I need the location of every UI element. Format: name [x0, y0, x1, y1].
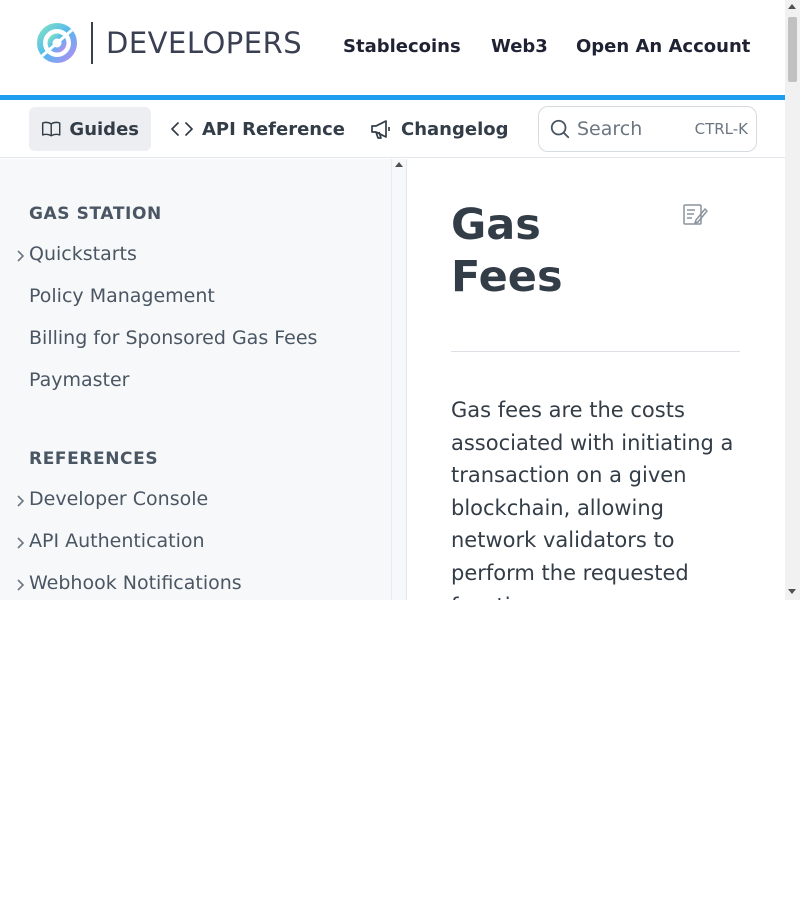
nav-web3[interactable]: Web3 [491, 36, 548, 57]
sidebar-item-webhook-notifications[interactable]: Webhook Notifications [29, 572, 242, 594]
tab-api-reference[interactable]: API Reference [158, 107, 357, 151]
chevron-right-icon[interactable] [15, 578, 25, 592]
chevron-right-icon[interactable] [15, 249, 25, 263]
tab-changelog[interactable]: Changelog [357, 107, 521, 151]
tab-guides[interactable]: Guides [29, 107, 151, 151]
logo-text: DEVELOPERS [106, 26, 303, 60]
main-content: Gas Fees Gas fees are the costs associat… [408, 159, 785, 600]
scrollbar-thumb[interactable] [788, 17, 797, 82]
tab-changelog-label: Changelog [401, 118, 509, 140]
scroll-up-arrow-icon[interactable] [395, 162, 403, 167]
search-input[interactable]: Search CTRL-K [538, 106, 757, 152]
edit-page-icon[interactable] [681, 200, 709, 228]
code-brackets-icon [171, 122, 193, 136]
sidebar-item-api-authentication[interactable]: API Authentication [29, 530, 205, 552]
sidebar-scrollbar[interactable] [391, 159, 407, 600]
developers-logo[interactable]: DEVELOPERS [36, 22, 302, 64]
book-open-icon [41, 121, 61, 137]
megaphone-icon [371, 120, 390, 139]
sidebar-item-paymaster[interactable]: Paymaster [29, 369, 130, 391]
sidebar-heading-references: REFERENCES [29, 449, 159, 469]
intro-paragraph: Gas fees are the costs associated with i… [451, 398, 734, 600]
search-icon [550, 119, 570, 139]
empty-viewport-area [0, 600, 800, 900]
title-divider [451, 351, 740, 352]
sidebar-heading-gas-station: GAS STATION [29, 204, 162, 224]
search-shortcut-hint: CTRL-K [694, 120, 748, 138]
top-header: DEVELOPERS Stablecoins Web3 Open An Acco… [0, 0, 785, 95]
sidebar-item-developer-console[interactable]: Developer Console [29, 488, 208, 510]
nav-open-an-account[interactable]: Open An Account [576, 36, 750, 57]
chevron-right-icon[interactable] [15, 494, 25, 508]
sidebar-item-quickstarts[interactable]: Quickstarts [29, 243, 137, 265]
scroll-up-arrow-icon[interactable] [788, 4, 796, 9]
page-scrollbar[interactable] [785, 0, 800, 600]
sidebar: GAS STATION Quickstarts Policy Managemen… [0, 159, 391, 600]
brand-logo-icon [37, 23, 77, 63]
tab-api-reference-label: API Reference [202, 118, 345, 140]
search-placeholder: Search [577, 118, 643, 140]
sidebar-item-billing-sponsored-gas-fees[interactable]: Billing for Sponsored Gas Fees [29, 327, 317, 349]
sidebar-item-policy-management[interactable]: Policy Management [29, 285, 215, 307]
tab-guides-label: Guides [69, 118, 139, 140]
nav-stablecoins[interactable]: Stablecoins [343, 36, 461, 57]
scroll-down-arrow-icon[interactable] [788, 589, 796, 594]
toolbar-fade [520, 100, 540, 157]
page-title: Gas Fees [451, 200, 563, 302]
logo-divider [91, 22, 93, 64]
chevron-right-icon[interactable] [15, 536, 25, 550]
